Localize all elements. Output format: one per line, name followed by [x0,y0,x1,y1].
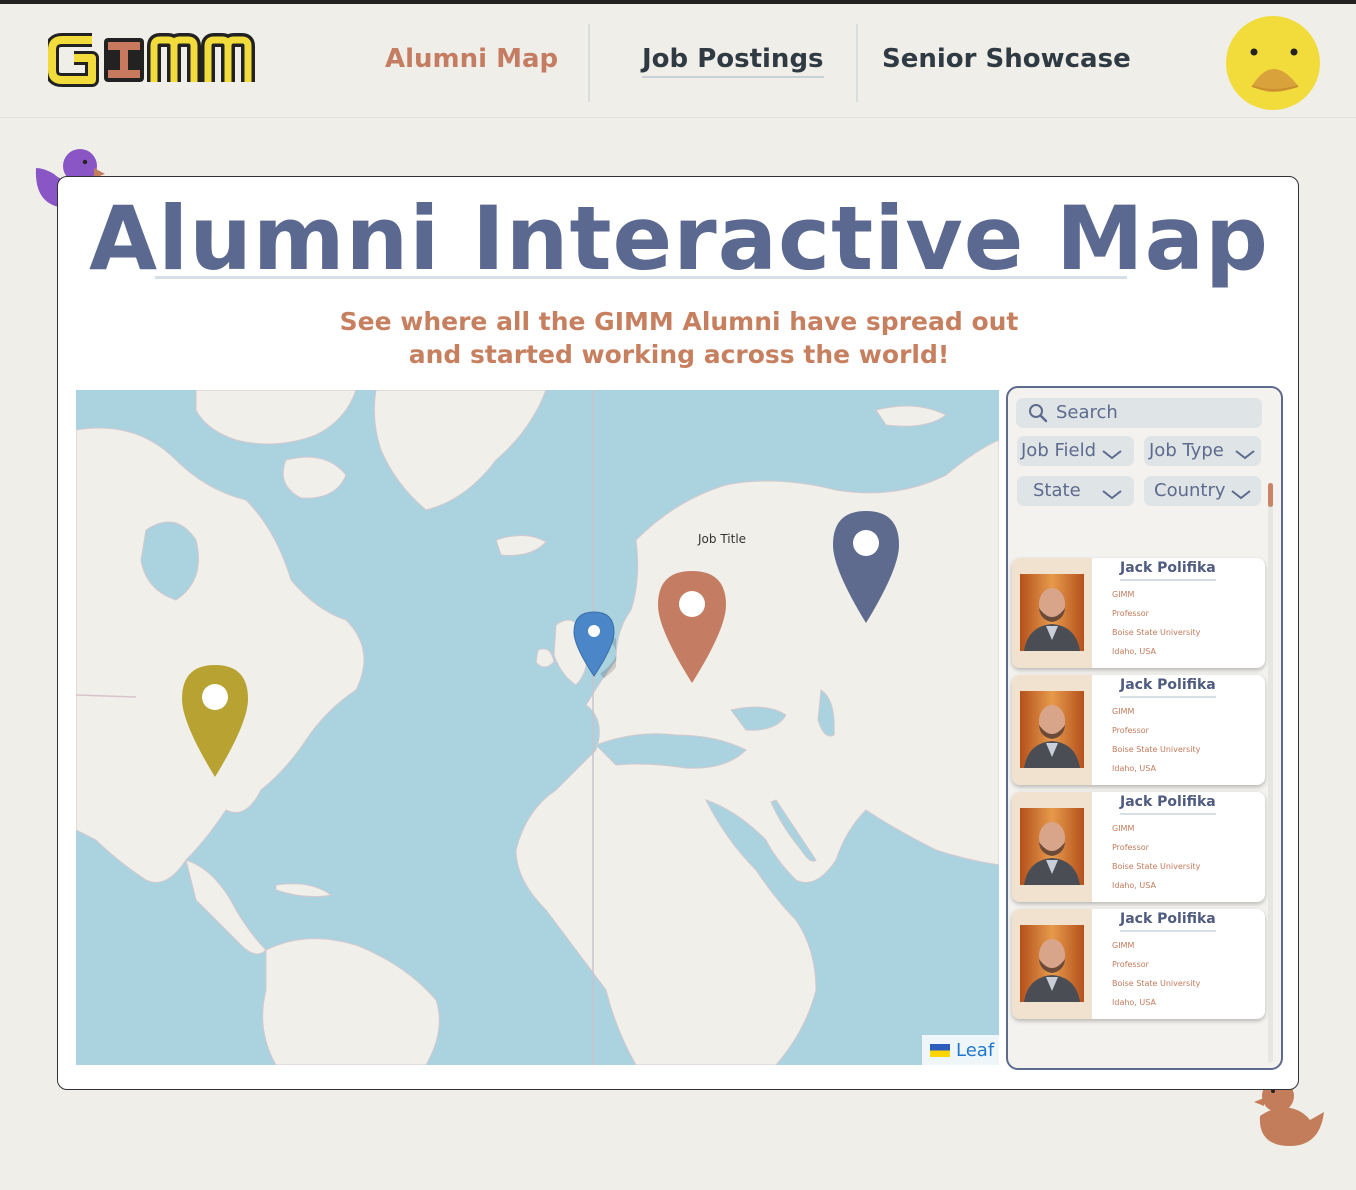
filter-label: State [1033,480,1081,501]
alumni-title: Professor [1112,843,1149,852]
alumni-card[interactable]: Jack Polifika GIMM Professor Boise State… [1012,675,1265,785]
filter-country[interactable]: Country [1144,476,1261,506]
search-icon [1028,403,1048,428]
map-pin-uk-icon[interactable] [572,610,616,678]
nav-job-postings[interactable]: Job Postings [642,44,824,78]
alumni-photo-frame [1012,558,1092,668]
nav-divider [856,24,858,102]
alumni-photo [1020,808,1084,885]
alumni-name[interactable]: Jack Polifika [1120,911,1216,932]
alumni-employer: Boise State University [1112,979,1201,988]
chevron-down-icon [1230,485,1252,506]
map-pin-usa-icon[interactable] [180,663,250,779]
top-navigation: Alumni Map Job Postings Senior Showcase [0,4,1356,118]
alumni-photo-frame [1012,909,1092,1019]
filter-job-field[interactable]: Job Field [1017,436,1134,466]
world-map[interactable]: Leaf [76,390,999,1065]
alumni-program: GIMM [1112,707,1135,716]
nav-divider [588,24,590,102]
alumni-location: Idaho, USA [1112,881,1156,890]
subtitle-line: and started working across the world! [408,340,950,369]
alumni-location: Idaho, USA [1112,764,1156,773]
alumni-card[interactable]: Jack Polifika GIMM Professor Boise State… [1012,558,1265,668]
alumni-location: Idaho, USA [1112,647,1156,656]
filter-state[interactable]: State [1017,476,1134,506]
search-input[interactable]: Search [1016,398,1262,428]
chevron-down-icon [1101,485,1123,506]
alumni-employer: Boise State University [1112,862,1201,871]
page-subtitle: See where all the GIMM Alumni have sprea… [58,305,1300,371]
page-title: Alumni Interactive Map [88,187,1269,290]
alumni-photo [1020,574,1084,651]
alumni-title: Professor [1112,960,1149,969]
ukraine-flag-icon [930,1044,950,1057]
alumni-sidebar: Search Job Field Job Type State Country [1006,386,1283,1070]
filter-label: Job Field [1021,440,1097,461]
filter-label: Country [1154,480,1226,501]
alumni-program: GIMM [1112,590,1135,599]
chevron-down-icon [1234,445,1256,466]
alumni-title: Professor [1112,726,1149,735]
filter-label: Job Type [1149,440,1224,461]
search-placeholder: Search [1056,402,1118,423]
alumni-map-card: Alumni Interactive Map See where all the… [57,176,1299,1090]
alumni-photo [1020,691,1084,768]
profile-avatar-duck-icon[interactable] [1226,16,1320,110]
alumni-location: Idaho, USA [1112,998,1156,1007]
alumni-photo-frame [1012,675,1092,785]
nav-senior-showcase[interactable]: Senior Showcase [882,44,1131,74]
scrollbar-track[interactable] [1268,483,1273,1063]
title-underline [155,276,1127,279]
alumni-title: Professor [1112,609,1149,618]
map-tooltip: Job Title [698,532,747,546]
alumni-program: GIMM [1112,941,1135,950]
scrollbar-thumb[interactable] [1268,483,1273,507]
leaflet-attribution[interactable]: Leaf [922,1035,999,1065]
map-pin-europe-icon[interactable] [656,569,728,685]
gimm-logo[interactable] [45,32,282,93]
alumni-name[interactable]: Jack Polifika [1120,794,1216,815]
alumni-employer: Boise State University [1112,745,1201,754]
alumni-name[interactable]: Jack Polifika [1120,677,1216,698]
alumni-card[interactable]: Jack Polifika GIMM Professor Boise State… [1012,909,1265,1019]
alumni-program: GIMM [1112,824,1135,833]
alumni-card[interactable]: Jack Polifika GIMM Professor Boise State… [1012,792,1265,902]
alumni-name[interactable]: Jack Polifika [1120,560,1216,581]
alumni-employer: Boise State University [1112,628,1201,637]
map-pin-russia-icon[interactable] [831,509,901,625]
alumni-photo-frame [1012,792,1092,902]
subtitle-line: See where all the GIMM Alumni have sprea… [339,307,1019,336]
attribution-text: Leaf [956,1040,995,1061]
nav-alumni-map[interactable]: Alumni Map [385,44,558,74]
chevron-down-icon [1101,445,1123,466]
alumni-photo [1020,925,1084,1002]
filter-job-type[interactable]: Job Type [1144,436,1261,466]
